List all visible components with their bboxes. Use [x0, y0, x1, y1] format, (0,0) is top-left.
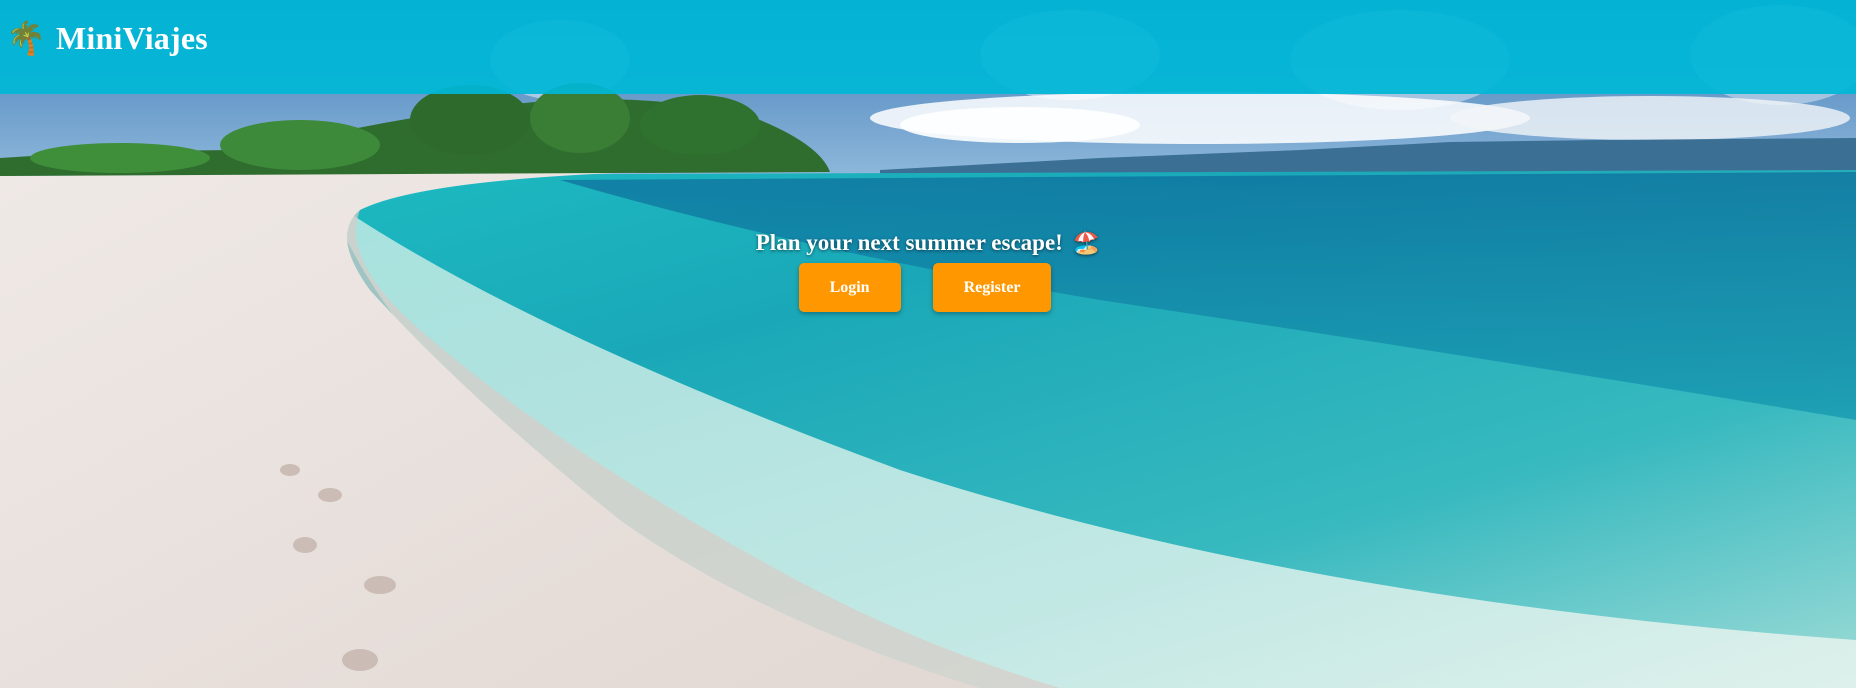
auth-buttons: Login Register — [0, 263, 1856, 312]
site-title: MiniViajes — [56, 19, 208, 56]
landing-page: 🌴 MiniViajes Plan your next summer escap… — [0, 0, 1856, 688]
brand[interactable]: 🌴 MiniViajes — [6, 20, 208, 57]
top-header: 🌴 MiniViajes — [0, 0, 1856, 94]
beach-umbrella-icon: 🏖️ — [1072, 230, 1101, 255]
hero-tagline: Plan your next summer escape! 🏖️ — [756, 230, 1100, 256]
tagline-text: Plan your next summer escape! — [755, 230, 1063, 255]
hero-section: Plan your next summer escape! 🏖️ Login R… — [0, 230, 1856, 312]
palm-tree-icon: 🌴 — [6, 20, 46, 56]
register-button[interactable]: Register — [932, 263, 1052, 312]
login-button[interactable]: Login — [798, 263, 901, 312]
beach-background-image — [0, 0, 1856, 688]
